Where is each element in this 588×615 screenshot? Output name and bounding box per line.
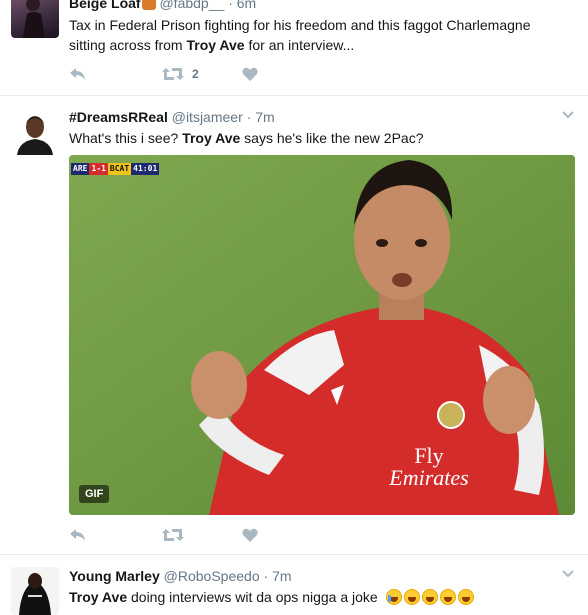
heart-icon bbox=[242, 67, 258, 81]
highlighted-term: Troy Ave bbox=[69, 589, 128, 605]
bread-emoji-icon bbox=[141, 0, 156, 10]
reply-icon bbox=[69, 67, 87, 81]
gif-frame bbox=[69, 155, 575, 515]
separator-dot: · bbox=[263, 568, 269, 584]
shirt-sponsor: Fly Emirates bbox=[369, 445, 489, 489]
tweet-2[interactable]: #DreamsRReal @itsjameer · 7m What's this… bbox=[0, 96, 588, 555]
username[interactable]: @fabdp__ bbox=[159, 0, 224, 11]
retweet-icon bbox=[162, 528, 184, 542]
score-team1: ARE bbox=[71, 163, 90, 175]
score-overlay: ARE 1-1 BCAT 41:01 bbox=[71, 163, 160, 175]
face-with-tears-of-joy-icon bbox=[439, 589, 456, 605]
score-value: 1-1 bbox=[89, 163, 108, 175]
gif-media[interactable]: ARE 1-1 BCAT 41:01 Fly Emirates GIF bbox=[69, 155, 575, 515]
avatar[interactable] bbox=[11, 0, 59, 38]
reply-button[interactable] bbox=[69, 67, 87, 81]
face-with-tears-of-joy-icon bbox=[421, 589, 438, 605]
retweet-button[interactable]: 2 bbox=[162, 67, 199, 81]
tweet-actions bbox=[69, 525, 306, 545]
tweet-text-part: doing interviews wit da ops nigga a joke bbox=[127, 589, 378, 605]
emoji-group bbox=[385, 589, 474, 605]
gif-badge: GIF bbox=[79, 485, 110, 503]
heart-icon bbox=[242, 528, 258, 542]
tweet-text: What's this i see? Troy Ave says he's li… bbox=[69, 128, 568, 148]
loudly-crying-face-icon bbox=[385, 589, 402, 605]
timestamp[interactable]: 7m bbox=[272, 568, 291, 584]
tweet-text-part: says he's like the new 2Pac? bbox=[240, 130, 424, 146]
retweet-count: 2 bbox=[192, 67, 199, 81]
face-with-tears-of-joy-icon bbox=[457, 589, 474, 605]
reply-icon bbox=[69, 528, 87, 542]
tweet-3[interactable]: Young Marley @RoboSpeedo · 7m Troy Ave d… bbox=[0, 555, 588, 615]
username[interactable]: @itsjameer bbox=[172, 109, 243, 125]
fullname[interactable]: Beige Loaf bbox=[69, 0, 141, 11]
highlighted-term: Troy Ave bbox=[186, 37, 245, 53]
separator-dot: · bbox=[228, 0, 233, 11]
shirt-sponsor-line: Emirates bbox=[389, 465, 469, 490]
reply-button[interactable] bbox=[69, 528, 87, 542]
separator-dot: · bbox=[246, 109, 252, 125]
tweet-text: Troy Ave doing interviews wit da ops nig… bbox=[69, 587, 568, 607]
timestamp[interactable]: 7m bbox=[255, 109, 274, 125]
shirt-sponsor-line: Fly bbox=[414, 443, 444, 468]
like-button[interactable] bbox=[242, 67, 258, 81]
score-clock: 41:01 bbox=[131, 163, 160, 175]
retweet-button[interactable] bbox=[162, 528, 184, 542]
highlighted-term: Troy Ave bbox=[182, 130, 241, 146]
avatar[interactable] bbox=[11, 567, 59, 615]
tweet-text-part: for an interview... bbox=[244, 37, 355, 53]
tweet-actions: 2 bbox=[69, 64, 306, 84]
fullname[interactable]: #DreamsRReal bbox=[69, 109, 168, 125]
tweet-header: #DreamsRReal @itsjameer · 7m bbox=[69, 108, 568, 126]
username[interactable]: @RoboSpeedo bbox=[164, 568, 260, 584]
tweet-header: Young Marley @RoboSpeedo · 7m bbox=[69, 567, 568, 585]
like-button[interactable] bbox=[242, 528, 258, 542]
score-team2: BCAT bbox=[107, 163, 132, 175]
timestamp[interactable]: 6m bbox=[237, 0, 256, 11]
tweet-header: Beige Loaf @fabdp__ · 6m bbox=[69, 0, 568, 12]
fullname[interactable]: Young Marley bbox=[69, 568, 160, 584]
face-with-tears-of-joy-icon bbox=[403, 589, 420, 605]
tweet-text-part: What's this i see? bbox=[69, 130, 183, 146]
tweet-1[interactable]: Beige Loaf @fabdp__ · 6m Tax in Federal … bbox=[0, 0, 588, 96]
retweet-icon bbox=[162, 67, 184, 81]
tweet-text: Tax in Federal Prison fighting for his f… bbox=[69, 15, 568, 55]
avatar[interactable] bbox=[11, 107, 59, 155]
